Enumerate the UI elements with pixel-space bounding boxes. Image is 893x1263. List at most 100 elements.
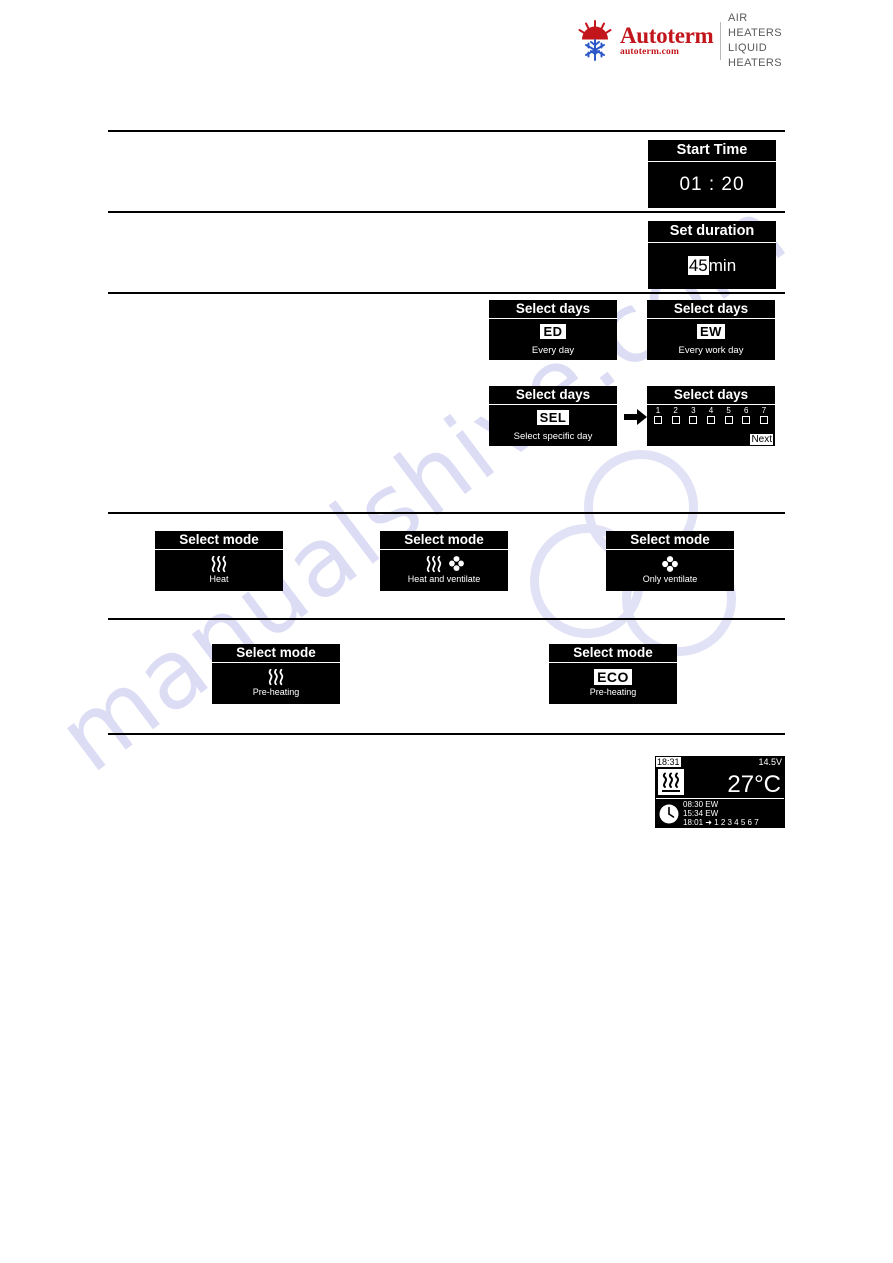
panel-body: EW Every work day xyxy=(647,319,775,360)
start-time-value: 01 : 20 xyxy=(679,174,745,195)
lcd-panel-mode-eco-preheating: Select mode ECO Pre-heating xyxy=(549,644,677,704)
section-divider xyxy=(108,211,785,213)
day-number: 3 xyxy=(691,406,696,415)
day-cell[interactable]: 4 xyxy=(704,407,718,424)
set-duration-value: 45min xyxy=(648,243,776,289)
lcd-panel-mode-heat-ventilate: Select mode Heat and ventilate xyxy=(380,531,508,591)
status-temperature: 27°C xyxy=(727,771,781,798)
panel-title: Start Time xyxy=(648,140,776,162)
panel-body: ECO Pre-heating xyxy=(549,663,677,704)
lcd-panel-days-grid: Select days 1 2 3 4 5 6 7 Next xyxy=(647,386,775,446)
logo-divider xyxy=(720,22,722,60)
duration-number-highlighted: 45 xyxy=(687,256,709,275)
day-number: 5 xyxy=(726,406,731,415)
mode-caption: Pre-heating xyxy=(589,687,637,697)
panel-body: Only ventilate xyxy=(606,550,734,591)
day-cell[interactable]: 1 xyxy=(651,407,665,424)
day-checkbox[interactable] xyxy=(654,416,662,424)
panel-title: Select mode xyxy=(549,644,677,663)
day-checkbox[interactable] xyxy=(689,416,698,424)
mode-caption: Only ventilate xyxy=(642,574,698,584)
panel-body: 1 2 3 4 5 6 7 Next xyxy=(647,405,775,446)
next-button[interactable]: Next xyxy=(750,434,773,445)
section-divider xyxy=(108,512,785,514)
days-badge-ew: EW xyxy=(697,324,725,339)
lcd-panel-days-every-work-day: Select days EW Every work day xyxy=(647,300,775,360)
status-voltage: 14.5V xyxy=(758,757,782,767)
arrow-right-icon xyxy=(624,408,648,426)
section-divider xyxy=(108,292,785,294)
fan-icon xyxy=(662,555,678,572)
lcd-panel-mode-heat: Select mode Heat xyxy=(155,531,283,591)
mode-caption: Heat xyxy=(209,574,229,584)
panel-title: Select mode xyxy=(155,531,283,550)
day-number: 1 xyxy=(655,406,661,415)
mode-icon-group xyxy=(155,553,283,574)
schedule-entry: 18:01 ➜ 1 2 3 4 5 6 7 xyxy=(683,818,759,828)
panel-body: ED Every day xyxy=(489,319,617,360)
panel-body: Pre-heating xyxy=(212,663,340,704)
day-checkbox-row: 1 2 3 4 5 6 7 xyxy=(651,407,771,424)
day-cell[interactable]: 7 xyxy=(757,407,771,424)
day-checkbox[interactable] xyxy=(671,416,680,424)
panel-body: SEL Select specific day xyxy=(489,405,617,446)
day-checkbox[interactable] xyxy=(724,416,733,424)
lcd-panel-days-select-specific: Select days SEL Select specific day xyxy=(489,386,617,446)
panel-title: Select mode xyxy=(606,531,734,550)
lcd-panel-start-time: Start Time 01 : 20 xyxy=(648,140,776,208)
day-checkbox[interactable] xyxy=(759,416,768,424)
day-cell[interactable]: 3 xyxy=(686,407,700,424)
watermark: manualshive.com xyxy=(38,176,820,930)
day-cell[interactable]: 5 xyxy=(722,407,736,424)
day-checkbox[interactable] xyxy=(706,416,715,424)
status-schedule-list: 08:30 EW 15:34 EW 18:01 ➜ 1 2 3 4 5 6 7 xyxy=(683,800,759,828)
heat-waves-icon xyxy=(211,555,227,572)
heat-waves-icon xyxy=(426,555,441,572)
sun-snowflake-icon xyxy=(574,20,616,62)
lcd-panel-mode-only-ventilate: Select mode Only ventilate xyxy=(606,531,734,591)
section-divider xyxy=(108,130,785,132)
logo-name: Autoterm xyxy=(620,23,714,49)
panel-title: Set duration xyxy=(648,221,776,243)
logo-tagline-line2: LIQUID HEATERS xyxy=(728,42,782,69)
lcd-panel-mode-preheating: Select mode Pre-heating xyxy=(212,644,340,704)
logo-tagline-line1: AIR HEATERS xyxy=(728,12,782,40)
panel-title: Select days xyxy=(647,300,775,319)
logo-url: autoterm.com xyxy=(620,47,680,58)
mode-caption: Heat and ventilate xyxy=(407,574,481,584)
days-badge-ed: ED xyxy=(540,324,566,339)
day-cell[interactable]: 6 xyxy=(739,407,753,424)
status-clock: 18:31 xyxy=(656,757,681,767)
days-badge-sel: SEL xyxy=(536,410,570,425)
day-number: 4 xyxy=(708,406,714,415)
day-cell[interactable]: 2 xyxy=(669,407,683,424)
days-caption: Every day xyxy=(531,345,575,356)
clock-icon xyxy=(658,803,680,825)
day-checkbox[interactable] xyxy=(742,416,751,424)
heat-waves-icon xyxy=(268,668,284,685)
mode-icon-group xyxy=(380,553,508,574)
mode-icon-group xyxy=(212,666,340,687)
days-caption: Select specific day xyxy=(513,431,593,442)
lcd-panel-status-screen: 18:31 14.5V 27°C 08:30 EW 15:34 EW 18:01… xyxy=(655,756,785,828)
schedule-entry: 15:34 EW xyxy=(683,808,719,818)
panel-title: Select days xyxy=(489,386,617,405)
section-divider xyxy=(108,618,785,620)
status-schedule-row: 08:30 EW 15:34 EW 18:01 ➜ 1 2 3 4 5 6 7 xyxy=(656,799,784,828)
schedule-entry: 08:30 EW xyxy=(683,799,719,809)
days-caption: Every work day xyxy=(678,345,744,356)
panel-title: Select mode xyxy=(380,531,508,550)
duration-unit: min xyxy=(708,256,737,275)
mode-icon-group xyxy=(606,553,734,574)
brand-logo: Autoterm autoterm.com AIR HEATERS LIQUID… xyxy=(574,12,789,69)
panel-title: Select days xyxy=(647,386,775,405)
logo-wordmark: Autoterm autoterm.com xyxy=(620,23,714,58)
panel-title: Select mode xyxy=(212,644,340,663)
day-number: 6 xyxy=(744,406,749,415)
mode-caption: Pre-heating xyxy=(252,687,300,697)
eco-badge: ECO xyxy=(594,668,632,685)
panel-body: Heat xyxy=(155,550,283,591)
logo-tagline: AIR HEATERS LIQUID HEATERS xyxy=(728,11,789,70)
status-top-row: 18:31 14.5V 27°C xyxy=(656,757,784,799)
day-number: 7 xyxy=(761,406,767,415)
